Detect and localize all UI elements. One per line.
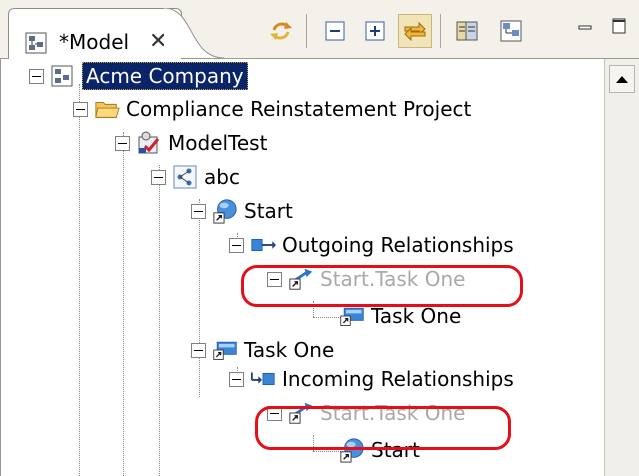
vertical-scrollbar[interactable] [604, 59, 639, 476]
model-icon [25, 31, 49, 55]
tree-guide-line [159, 165, 160, 476]
highlight-outgoing-relation [241, 265, 523, 307]
expand-all-icon[interactable] [358, 14, 392, 48]
collapse-toggle[interactable] [29, 68, 44, 84]
tree-node-outgoing-relationships[interactable]: Outgoing Relationships [229, 228, 514, 262]
collapse-toggle[interactable] [229, 237, 244, 253]
tree-node-label: abc [204, 165, 240, 189]
collapse-toggle[interactable] [73, 101, 88, 117]
tree-node-label: Acme Company [82, 62, 248, 90]
start-event-icon [212, 198, 238, 224]
scroll-up-button[interactable] [609, 65, 635, 93]
tree-node-abc[interactable]: abc [151, 160, 240, 194]
toolbar-separator [306, 14, 307, 48]
collapse-all-icon[interactable] [318, 14, 352, 48]
highlight-incoming-relation [255, 406, 511, 450]
outgoing-relationships-icon [250, 232, 276, 258]
link-with-editor-icon[interactable] [398, 14, 432, 48]
sync-icon[interactable] [264, 14, 298, 48]
tab-curve-decoration [164, 8, 224, 58]
chevron-up-icon [616, 76, 628, 83]
filter-icon[interactable] [450, 14, 484, 48]
model-icon [50, 63, 76, 89]
tree-node-label: Start [244, 199, 293, 223]
maximize-icon[interactable] [612, 18, 626, 34]
tree-node-incoming-relationships[interactable]: Incoming Relationships [229, 362, 514, 396]
model-tab[interactable]: *Model ✕ [8, 8, 182, 59]
task-icon [212, 337, 238, 363]
collapse-toggle[interactable] [151, 169, 166, 185]
tree-node-label: Outgoing Relationships [282, 233, 514, 257]
minimize-icon[interactable] [578, 20, 592, 34]
collapse-toggle[interactable] [191, 203, 206, 219]
tree-guide-line [199, 199, 200, 397]
folder-icon [94, 96, 120, 122]
tree-node-label: Compliance Reinstatement Project [126, 97, 472, 121]
collapse-toggle[interactable] [229, 371, 244, 387]
tree-guide-line [79, 84, 80, 476]
tree-node-label: Task One [244, 338, 335, 362]
tree-node-label: Incoming Relationships [282, 367, 514, 391]
view-toolbar: *Model ✕ [0, 0, 639, 59]
tree-guide-line [123, 132, 124, 476]
tree-node-label: ModelTest [168, 131, 268, 155]
tree-node-start[interactable]: Start [191, 194, 293, 228]
collapse-toggle[interactable] [115, 135, 130, 151]
tree-node-modeltest[interactable]: ModelTest [115, 126, 267, 160]
diagram-icon [172, 164, 198, 190]
layout-icon[interactable] [494, 14, 528, 48]
tree-node-acme-company[interactable]: Acme Company [29, 59, 248, 93]
incoming-relationships-icon [250, 366, 276, 392]
tree-node-project[interactable]: Compliance Reinstatement Project [73, 92, 471, 126]
toolbar-separator [440, 14, 441, 48]
checklist-icon [136, 130, 162, 156]
collapse-toggle[interactable] [191, 342, 206, 358]
tab-title: *Model [59, 30, 130, 54]
model-tree: Acme Company Compliance Reinstatement Pr… [0, 59, 605, 476]
